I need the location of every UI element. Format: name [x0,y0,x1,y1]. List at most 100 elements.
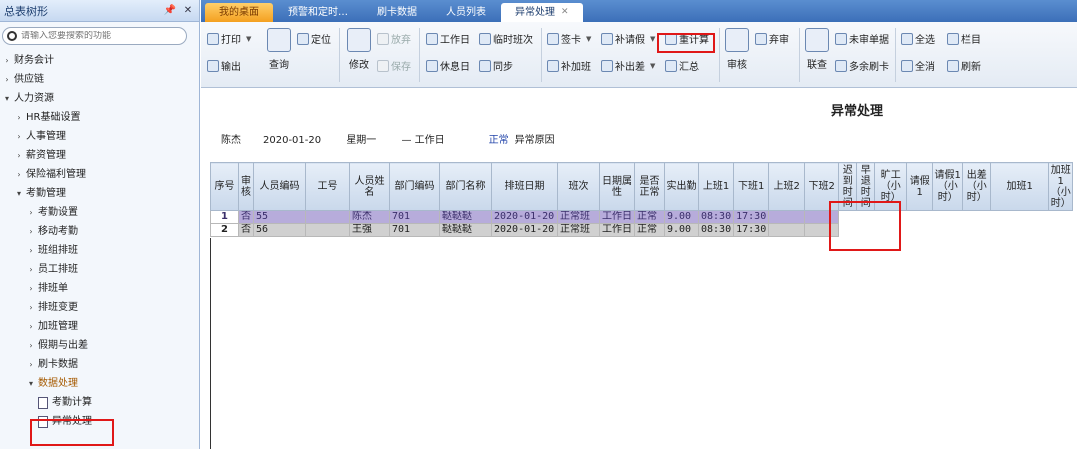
function-search-input[interactable] [21,31,171,41]
chevron-down-icon[interactable]: ▾ [14,184,24,203]
chevron-down-icon[interactable]: ▾ [26,374,36,393]
chevron-down-icon[interactable]: ▾ [2,89,12,108]
menu-item[interactable]: › 财务会计 [0,51,199,70]
tab-close-icon[interactable]: ✕ [561,3,569,22]
table-cell: 2020-01-20 [491,210,558,224]
chevron-right-icon[interactable]: › [14,108,24,127]
table-cell: 正常班 [557,223,600,237]
menu-item[interactable]: › 排班单 [0,279,199,298]
chevron-right-icon[interactable]: › [26,317,36,336]
column-header[interactable]: 请假1（小时） [932,162,964,211]
menu-item[interactable]: › 移动考勤 [0,222,199,241]
tab-staff-list[interactable]: 人员列表 [432,3,500,22]
chevron-right-icon[interactable]: › [26,355,36,374]
column-header[interactable]: 上班1 [697,162,735,211]
column-header[interactable]: 审核 [238,162,254,211]
menu-item[interactable]: › 考勤设置 [0,203,199,222]
joinquery-button[interactable]: 联查 [805,28,829,71]
unaudited-doc-button[interactable]: 未审单据 [835,31,889,46]
table-row[interactable]: 2 否 56 王强 701 鞑鞑鞑 2020-01-20 正常班 工作日 正常 9.00 08:30 1… [210,223,1074,237]
discard-icon [377,32,389,45]
tab-swipe-data[interactable]: 刷卡数据 [363,3,431,22]
chevron-right-icon[interactable]: › [26,336,36,355]
deselect-all-button[interactable]: 全消 [901,58,935,73]
chevron-right-icon[interactable]: › [26,279,36,298]
menu-item[interactable]: › 班组排班 [0,241,199,260]
chevron-right-icon[interactable]: › [26,260,36,279]
column-header[interactable]: 加班1（小时） [1048,162,1074,211]
menu-item[interactable]: › 保险福利管理 [0,165,199,184]
chevron-right-icon[interactable]: › [26,241,36,260]
chevron-right-icon[interactable]: › [14,165,24,184]
menu-item[interactable]: ▾ 数据处理 [0,374,199,393]
print-button[interactable]: 打印 ▼ [207,31,251,46]
query-button[interactable]: 查询 [267,28,291,71]
leave-icon [601,32,613,45]
export-button[interactable]: 输出 [207,58,241,73]
menu-item[interactable]: › 假期与出差 [0,336,199,355]
menu-item[interactable]: 考勤计算 [0,393,199,412]
column-header[interactable]: 下班1 [733,162,770,211]
columns-button[interactable]: 栏目 [947,31,981,46]
signcard-button[interactable]: 签卡 ▼ [547,31,591,46]
column-header[interactable]: 实出勤 [664,162,699,211]
column-header[interactable]: 部门名称 [439,162,492,211]
column-header[interactable]: 人员编码 [253,162,306,211]
close-icon[interactable]: ✕ [181,5,195,16]
function-search[interactable] [2,27,187,45]
menu-item[interactable]: › 人事管理 [0,127,199,146]
discard-button[interactable]: 放弃 [377,31,411,46]
extra-swipe-button[interactable]: 多余刷卡 [835,58,889,73]
menu-item[interactable]: › 薪资管理 [0,146,199,165]
pin-icon[interactable]: 📌 [163,5,177,16]
chevron-right-icon[interactable]: › [14,146,24,165]
chevron-right-icon[interactable]: › [2,70,12,89]
chevron-right-icon[interactable]: › [26,298,36,317]
save-button[interactable]: 保存 [377,58,411,73]
menu-item[interactable]: ▾ 人力资源 [0,89,199,108]
temp-shift-button[interactable]: 临时班次 [479,31,533,46]
menu-item[interactable]: › 供应链 [0,70,199,89]
menu-item[interactable]: › HR基础设置 [0,108,199,127]
menu-item[interactable]: › 员工排班 [0,260,199,279]
fill-leave-button[interactable]: 补请假 ▼ [601,31,655,46]
column-header[interactable]: 人员姓名 [349,162,390,211]
menu-item-label: 排班变更 [38,302,78,313]
chevron-right-icon[interactable]: › [26,203,36,222]
refresh-button[interactable]: 刷新 [947,58,981,73]
sync-button[interactable]: 同步 [479,58,513,73]
chevron-right-icon[interactable]: › [2,51,12,70]
chevron-right-icon[interactable]: › [26,222,36,241]
menu-item[interactable]: › 加班管理 [0,317,199,336]
column-header[interactable]: 序号 [210,162,239,211]
audit-button[interactable]: 审核 [725,28,749,71]
column-header[interactable]: 是否正常 [634,162,665,211]
column-header[interactable]: 工号 [305,162,350,211]
workday-button[interactable]: 工作日 [426,31,470,46]
table-row[interactable]: 1 否 55 陈杰 701 鞑鞑鞑 2020-01-20 正常班 工作日 正常 9.00 08:30 1… [210,210,1074,224]
tab-alerts[interactable]: 预警和定时… [274,3,362,22]
menu-item[interactable]: › 排班变更 [0,298,199,317]
edit-button[interactable]: 修改 [347,28,371,71]
column-header[interactable]: 部门编码 [389,162,440,211]
locate-button[interactable]: 定位 [297,31,331,46]
summary-button[interactable]: 汇总 [665,58,699,73]
menu-item[interactable]: › 刷卡数据 [0,355,199,374]
menu-item-label: 考勤管理 [26,188,66,199]
unaudit-button[interactable]: 弃审 [755,31,789,46]
column-header[interactable]: 日期属性 [599,162,635,211]
menu-item[interactable]: ▾ 考勤管理 [0,184,199,203]
restday-button[interactable]: 休息日 [426,58,470,73]
fill-trip-button[interactable]: 补出差 ▼ [601,58,655,73]
select-all-button[interactable]: 全选 [901,31,935,46]
tab-desktop[interactable]: 我的桌面 [205,3,273,22]
chevron-right-icon[interactable]: › [14,127,24,146]
column-header[interactable]: 出差（小时） [962,162,992,211]
column-header[interactable]: 排班日期 [491,162,558,211]
tab-exception[interactable]: 异常处理 ✕ [501,3,583,22]
column-header[interactable]: 加班1 [990,162,1050,211]
add-overtime-button[interactable]: 补加班 [547,58,591,73]
column-header[interactable]: 上班2 [768,162,806,211]
column-header[interactable]: 请假1 [906,162,934,211]
column-header[interactable]: 班次 [557,162,600,211]
